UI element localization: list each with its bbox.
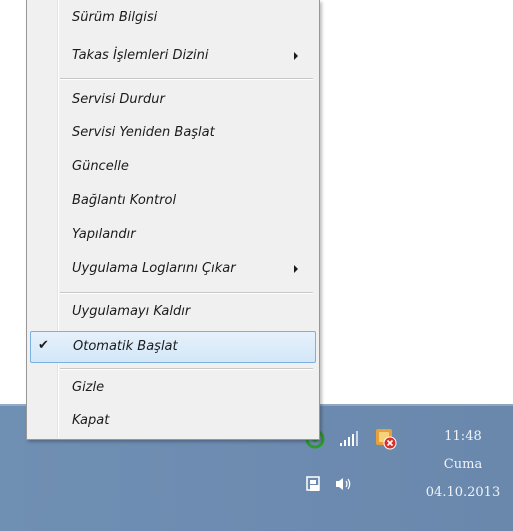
- menu-item-label: Güncelle: [72, 159, 129, 174]
- menu-item-baglanti-kontrol[interactable]: Bağlantı Kontrol: [30, 186, 316, 218]
- menu-item-kapat[interactable]: Kapat: [30, 406, 316, 438]
- menu-item-takas-islemleri-dizini[interactable]: Takas İşlemleri Dizini: [30, 41, 316, 73]
- menu-item-guncelle[interactable]: Güncelle: [30, 152, 316, 184]
- menu-item-label: Otomatik Başlat: [73, 339, 178, 354]
- menu-separator: [60, 78, 313, 80]
- menu-item-uygulamayi-kaldir[interactable]: Uygulamayı Kaldır: [30, 297, 316, 329]
- clock-day[interactable]: Cuma: [421, 457, 505, 472]
- menu-item-otomatik-baslat[interactable]: ✔ Otomatik Başlat: [30, 331, 316, 363]
- menu-separator: [60, 292, 313, 294]
- submenu-arrow-icon: [294, 52, 298, 60]
- menu-item-label: Uygulamayı Kaldır: [72, 304, 191, 319]
- menu-item-label: Servisi Durdur: [72, 92, 165, 107]
- action-center-icon[interactable]: [305, 475, 323, 493]
- menu-item-label: Uygulama Loglarını Çıkar: [72, 261, 236, 276]
- menu-item-label: Yapılandır: [72, 227, 136, 242]
- checkmark-icon: ✔: [38, 338, 49, 353]
- menu-item-label: Gizle: [72, 380, 105, 395]
- menu-item-label: Takas İşlemleri Dizini: [72, 48, 209, 63]
- menu-item-label: Servisi Yeniden Başlat: [72, 125, 215, 140]
- volume-icon[interactable]: [334, 475, 354, 493]
- clock-time[interactable]: 11:48: [421, 429, 505, 444]
- app-error-icon[interactable]: [375, 428, 397, 450]
- menu-item-yapilandir[interactable]: Yapılandır: [30, 220, 316, 252]
- menu-item-servisi-durdur[interactable]: Servisi Durdur: [30, 85, 316, 117]
- submenu-arrow-icon: [294, 265, 298, 273]
- menu-item-gizle[interactable]: Gizle: [30, 373, 316, 405]
- menu-item-label: Kapat: [72, 413, 110, 428]
- menu-item-label: Sürüm Bilgisi: [72, 10, 158, 25]
- menu-item-surum-bilgisi[interactable]: Sürüm Bilgisi: [30, 3, 316, 35]
- network-signal-icon[interactable]: [339, 430, 359, 448]
- context-menu: Sürüm Bilgisi Takas İşlemleri Dizini Ser…: [26, 0, 320, 440]
- menu-item-uygulama-loglarini-cikar[interactable]: Uygulama Loglarını Çıkar: [30, 254, 316, 286]
- menu-item-label: Bağlantı Kontrol: [72, 193, 177, 208]
- menu-separator: [60, 368, 313, 370]
- menu-item-servisi-yeniden-baslat[interactable]: Servisi Yeniden Başlat: [30, 118, 316, 150]
- clock-date[interactable]: 04.10.2013: [421, 485, 505, 500]
